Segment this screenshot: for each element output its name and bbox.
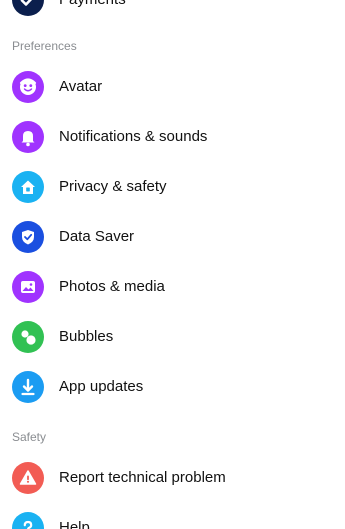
settings-item-label: Notifications & sounds xyxy=(59,128,208,145)
download-icon xyxy=(12,371,44,403)
settings-item-notifications[interactable]: Notifications & sounds xyxy=(0,112,345,162)
settings-item-label: Photos & media xyxy=(59,278,165,295)
settings-item-payments[interactable]: Payments xyxy=(0,0,345,25)
settings-item-app-updates[interactable]: App updates xyxy=(0,362,345,412)
settings-item-help[interactable]: Help xyxy=(0,503,345,529)
warning-icon xyxy=(12,462,44,494)
settings-screen: Payments Preferences Avatar Notificat xyxy=(0,0,345,529)
settings-item-label: Help xyxy=(59,519,90,529)
bubbles-icon xyxy=(12,321,44,353)
section-header-preferences: Preferences xyxy=(12,39,77,53)
settings-item-data-saver[interactable]: Data Saver xyxy=(0,212,345,262)
avatar-face-icon xyxy=(12,71,44,103)
settings-item-bubbles[interactable]: Bubbles xyxy=(0,312,345,362)
payments-icon xyxy=(12,0,44,16)
settings-item-photos-media[interactable]: Photos & media xyxy=(0,262,345,312)
settings-item-label: Bubbles xyxy=(59,328,114,345)
settings-item-label: Avatar xyxy=(59,78,103,95)
shield-check-icon xyxy=(12,221,44,253)
settings-item-report-problem[interactable]: Report technical problem xyxy=(0,453,345,503)
settings-item-label: Privacy & safety xyxy=(59,178,167,195)
bell-icon xyxy=(12,121,44,153)
settings-item-label: App updates xyxy=(59,378,144,395)
settings-item-label: Payments xyxy=(59,0,126,10)
help-icon xyxy=(12,512,44,529)
settings-item-label: Report technical problem xyxy=(59,469,226,486)
settings-item-avatar[interactable]: Avatar xyxy=(0,62,345,112)
settings-item-privacy[interactable]: Privacy & safety xyxy=(0,162,345,212)
image-icon xyxy=(12,271,44,303)
section-header-safety: Safety xyxy=(12,430,47,444)
house-lock-icon xyxy=(12,171,44,203)
settings-item-label: Data Saver xyxy=(59,228,135,245)
